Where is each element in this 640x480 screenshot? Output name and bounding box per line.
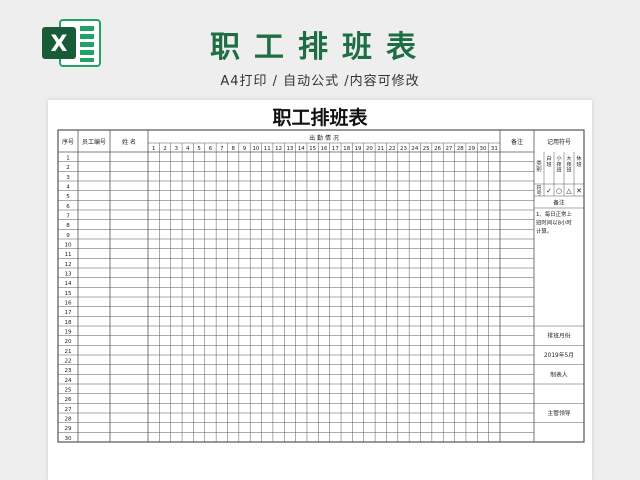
row-number: 2 xyxy=(66,165,70,171)
row-number: 1 xyxy=(66,155,70,161)
row-number: 15 xyxy=(64,291,72,297)
day-header: 25 xyxy=(423,146,430,152)
shift-type-label: 大夜班 xyxy=(566,154,572,174)
row-number: 6 xyxy=(66,204,70,210)
row-number: 27 xyxy=(64,407,72,413)
row-number: 25 xyxy=(64,387,72,393)
schedule-grid: 序号 员工编号姓 名出 勤 情 况备注1 2 3 4 5 6 7 8 9 10 11 12 13 14 15 1… xyxy=(57,129,585,443)
table-border xyxy=(57,129,585,443)
day-header: 6 xyxy=(209,146,213,152)
day-header: 12 xyxy=(275,146,282,152)
day-header: 7 xyxy=(220,146,223,152)
day-header: 13 xyxy=(287,146,294,152)
row-number: 5 xyxy=(66,194,70,200)
day-header: 26 xyxy=(434,146,441,152)
row-number: 29 xyxy=(64,426,72,432)
day-header: 31 xyxy=(491,146,498,152)
row-number: 24 xyxy=(64,378,72,384)
supervisor-label: 主管领导 xyxy=(547,409,570,417)
header-remark: 备注 xyxy=(511,138,523,146)
row-number: 22 xyxy=(64,358,71,364)
day-header: 23 xyxy=(400,146,407,152)
day-header: 8 xyxy=(231,146,235,152)
row-number: 13 xyxy=(64,271,72,277)
row-number: 10 xyxy=(64,242,72,248)
schedule-month-label: 排班月份 xyxy=(547,332,570,340)
day-header: 22 xyxy=(389,146,396,152)
row-number: 20 xyxy=(64,339,72,345)
header-seq: 序号 xyxy=(62,138,74,146)
day-header: 10 xyxy=(252,146,259,152)
day-header: 21 xyxy=(377,146,384,152)
row-number: 28 xyxy=(64,416,72,422)
day-header: 9 xyxy=(243,146,247,152)
shift-symbol: ✓ xyxy=(546,187,552,195)
day-header: 19 xyxy=(355,146,362,152)
day-header: 27 xyxy=(445,146,452,152)
day-header: 11 xyxy=(264,146,271,152)
row-number: 16 xyxy=(64,300,72,306)
day-header: 1 xyxy=(152,146,155,152)
day-header: 29 xyxy=(468,146,475,152)
row-number: 19 xyxy=(64,329,72,335)
page-subtitle: A4打印 / 自动公式 /内容可修改 xyxy=(220,74,420,89)
category-label: 类别 xyxy=(536,159,542,173)
day-header: 18 xyxy=(343,146,350,152)
row-number: 26 xyxy=(64,397,72,403)
header-symbol-key: 记用符号 xyxy=(547,138,571,146)
schedule-sheet: 序号 员工编号姓 名出 勤 情 况备注 1 2 3 4 5 6 7 8 9 10 11 12 13 14 15 1… xyxy=(48,100,592,480)
remark-text-line: 班时间以8小时 xyxy=(536,219,572,227)
day-header: 5 xyxy=(197,146,200,152)
day-header: 14 xyxy=(298,146,305,152)
shift-symbol: ○ xyxy=(556,187,562,195)
row-number: 9 xyxy=(66,233,70,239)
row-number: 3 xyxy=(66,175,70,181)
shift-type-label: 小夜班 xyxy=(556,154,562,174)
row-number: 11 xyxy=(64,252,72,258)
day-header: 3 xyxy=(175,146,178,152)
row-number: 17 xyxy=(64,310,72,316)
day-header: 28 xyxy=(457,146,464,152)
day-header: 2 xyxy=(163,146,166,152)
panel-remark-label: 备注 xyxy=(553,199,565,207)
page-title: 职工排班表 xyxy=(210,30,430,65)
shift-symbol: △ xyxy=(566,187,572,195)
row-number: 7 xyxy=(66,213,70,219)
sheet-title: 职工排班表 xyxy=(272,107,368,129)
day-header: 30 xyxy=(480,146,487,152)
header-name: 姓 名 xyxy=(122,138,136,146)
schedule-month-value: 2019年5月 xyxy=(544,351,574,359)
remark-text-line: 计算。 xyxy=(536,227,552,235)
header-attendance: 出 勤 情 况 xyxy=(309,134,339,142)
row-number: 4 xyxy=(66,184,70,190)
header-employee-no: 员工编号 xyxy=(82,138,106,146)
row-number: 23 xyxy=(64,368,72,374)
row-number: 30 xyxy=(64,436,72,442)
row-number: 12 xyxy=(64,262,71,268)
day-header: 24 xyxy=(411,146,418,152)
row-number: 21 xyxy=(64,349,72,355)
day-header: 20 xyxy=(366,146,373,152)
day-header: 4 xyxy=(186,146,190,152)
row-number: 8 xyxy=(66,223,70,229)
day-header: 15 xyxy=(309,146,316,152)
day-header: 16 xyxy=(321,146,328,152)
row-number: 18 xyxy=(64,320,72,326)
preparer-label: 制表人 xyxy=(550,370,568,378)
row-number: 14 xyxy=(64,281,72,287)
symbol-label: 符号 xyxy=(536,185,541,198)
day-header: 17 xyxy=(332,146,339,152)
shift-type-label: 白班 xyxy=(546,154,551,168)
shift-type-label: 休班 xyxy=(576,154,582,168)
shift-symbol: ✕ xyxy=(576,187,582,195)
remark-text-line: 1、每日正常上 xyxy=(536,210,572,218)
banner: X 职工排班表 A4打印 / 自动公式 /内容可修改 xyxy=(0,0,640,100)
